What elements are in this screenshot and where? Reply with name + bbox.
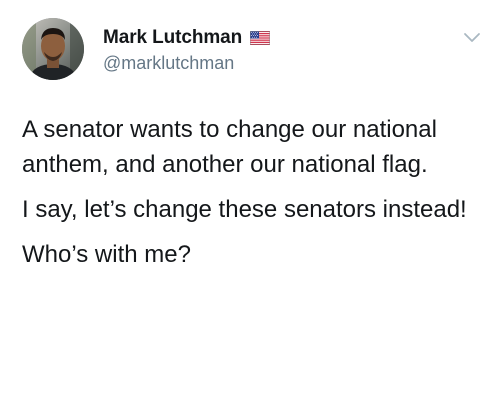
tweet-paragraph: I say, let’s change these senators inste… bbox=[22, 196, 467, 223]
author-name-row[interactable]: Mark Lutchman bbox=[103, 26, 271, 50]
us-flag-icon bbox=[250, 31, 271, 45]
user-handle[interactable]: @marklutchman bbox=[103, 53, 234, 74]
profile-photo-icon bbox=[22, 18, 84, 80]
tweet-paragraph: A senator wants to change our national a… bbox=[22, 116, 437, 178]
display-name[interactable]: Mark Lutchman bbox=[103, 27, 242, 49]
tweet-text: A senator wants to change our national a… bbox=[22, 112, 482, 272]
avatar[interactable] bbox=[22, 18, 84, 80]
chevron-down-icon[interactable] bbox=[463, 32, 481, 44]
tweet-paragraph: Who’s with me? bbox=[22, 241, 191, 268]
tweet-card: Mark Lutchman @marklutchman A senator wa… bbox=[0, 0, 500, 406]
